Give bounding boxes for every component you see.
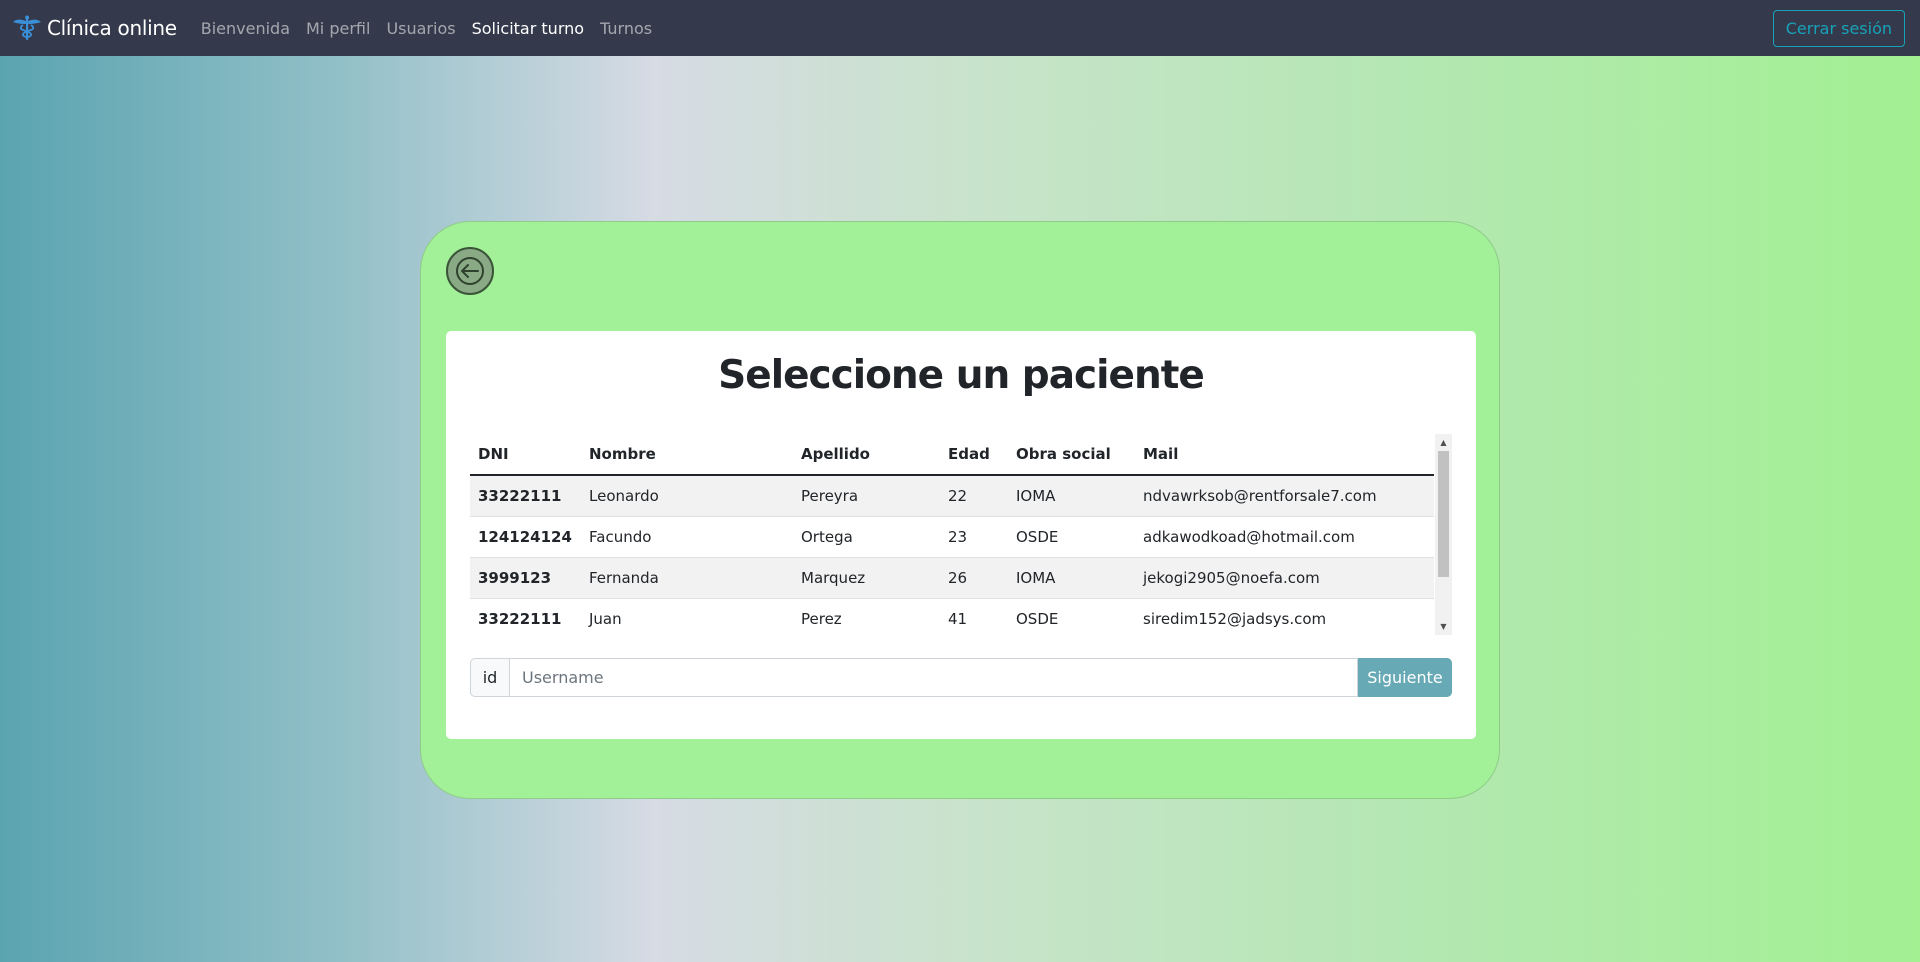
top-navbar: Clínica online Bienvenida Mi perfil Usua… xyxy=(0,0,1920,56)
cell-nombre: Leonardo xyxy=(581,475,793,517)
nav-link-turnos[interactable]: Turnos xyxy=(600,19,652,38)
column-header-nombre: Nombre xyxy=(581,434,793,476)
username-input[interactable] xyxy=(509,658,1358,697)
cell-edad: 41 xyxy=(940,598,1008,635)
cell-edad: 22 xyxy=(940,475,1008,517)
nav-links: Bienvenida Mi perfil Usuarios Solicitar … xyxy=(201,19,668,38)
table-header-row: DNI Nombre Apellido Edad Obra social Mai… xyxy=(470,434,1434,476)
nav-link-bienvenida[interactable]: Bienvenida xyxy=(201,19,290,38)
cell-dni: 124124124 xyxy=(470,516,581,558)
column-header-edad: Edad xyxy=(940,434,1008,476)
nav-link-mi-perfil[interactable]: Mi perfil xyxy=(306,19,370,38)
scroll-down-arrow-icon[interactable]: ▼ xyxy=(1435,618,1452,635)
cell-mail: adkawodkoad@hotmail.com xyxy=(1135,516,1434,558)
caduceus-logo-icon xyxy=(13,15,41,40)
scrollbar-thumb[interactable] xyxy=(1438,451,1449,577)
cell-obra-social: IOMA xyxy=(1008,557,1135,599)
cell-dni: 33222111 xyxy=(470,598,581,635)
brand-label: Clínica online xyxy=(47,16,177,40)
id-prefix-label: id xyxy=(470,658,509,697)
next-button[interactable]: Siguiente xyxy=(1358,658,1452,697)
cell-obra-social: OSDE xyxy=(1008,516,1135,558)
cell-apellido: Marquez xyxy=(793,557,940,599)
cell-edad: 23 xyxy=(940,516,1008,558)
column-header-obra-social: Obra social xyxy=(1008,434,1135,476)
column-header-apellido: Apellido xyxy=(793,434,940,476)
cell-apellido: Pereyra xyxy=(793,475,940,517)
nav-link-solicitar-turno[interactable]: Solicitar turno xyxy=(472,19,584,38)
table-row[interactable]: 33222111 Leonardo Pereyra 22 IOMA ndvawr… xyxy=(470,475,1434,517)
page-title: Seleccione un paciente xyxy=(718,353,1205,398)
patient-selection-card: Seleccione un paciente DNI Nombre Apelli… xyxy=(420,221,1500,799)
cell-nombre: Juan xyxy=(581,598,793,635)
cell-nombre: Facundo xyxy=(581,516,793,558)
arrow-left-icon xyxy=(456,257,484,285)
patient-table-panel: Seleccione un paciente DNI Nombre Apelli… xyxy=(446,331,1476,739)
cell-dni: 33222111 xyxy=(470,475,581,517)
cell-mail: ndvawrksob@rentforsale7.com xyxy=(1135,475,1434,517)
cell-apellido: Ortega xyxy=(793,516,940,558)
patient-id-input-group: id Siguiente xyxy=(470,658,1452,697)
table-row[interactable]: 3999123 Fernanda Marquez 26 IOMA jekogi2… xyxy=(470,557,1434,599)
cell-mail: jekogi2905@noefa.com xyxy=(1135,557,1434,599)
cell-obra-social: IOMA xyxy=(1008,475,1135,517)
cell-edad: 26 xyxy=(940,557,1008,599)
column-header-mail: Mail xyxy=(1135,434,1434,476)
column-header-dni: DNI xyxy=(470,434,581,476)
cell-obra-social: OSDE xyxy=(1008,598,1135,635)
logout-button[interactable]: Cerrar sesión xyxy=(1772,10,1905,47)
patient-table-container: DNI Nombre Apellido Edad Obra social Mai… xyxy=(470,434,1452,635)
cell-mail: siredim152@jadsys.com xyxy=(1135,598,1434,635)
table-scrollbar[interactable]: ▲ ▼ xyxy=(1435,434,1452,635)
nav-link-usuarios[interactable]: Usuarios xyxy=(386,19,455,38)
back-button[interactable] xyxy=(446,247,494,295)
brand[interactable]: Clínica online xyxy=(12,15,177,41)
table-row[interactable]: 33222111 Juan Perez 41 OSDE siredim152@j… xyxy=(470,598,1434,635)
patient-table: DNI Nombre Apellido Edad Obra social Mai… xyxy=(470,434,1434,635)
cell-nombre: Fernanda xyxy=(581,557,793,599)
cell-apellido: Perez xyxy=(793,598,940,635)
table-row[interactable]: 124124124 Facundo Ortega 23 OSDE adkawod… xyxy=(470,516,1434,558)
scroll-up-arrow-icon[interactable]: ▲ xyxy=(1435,434,1452,451)
cell-dni: 3999123 xyxy=(470,557,581,599)
